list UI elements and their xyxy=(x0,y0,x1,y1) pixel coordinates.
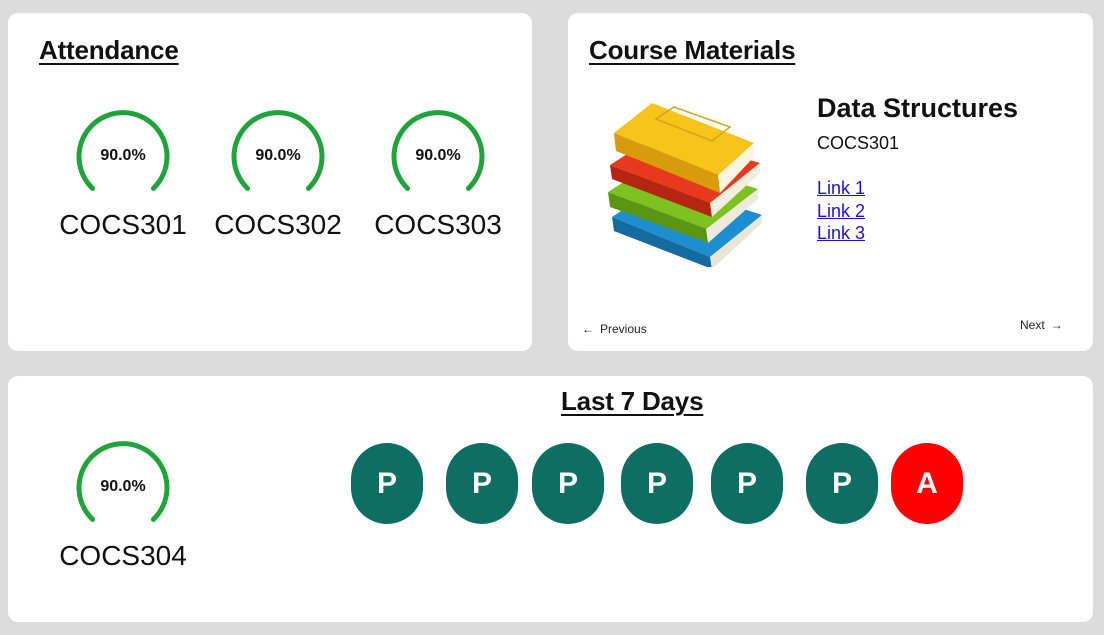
attendance-course-code: COCS301 xyxy=(59,209,187,240)
last-7-days-card: Last 7 Days 90.0% COCS304 P P P P P P A xyxy=(8,376,1093,622)
attendance-course-code: COCS302 xyxy=(214,209,342,240)
attendance-percent: 90.0% xyxy=(100,147,146,164)
attendance-gauge-cocs301[interactable]: 90.0% COCS301 xyxy=(58,105,188,245)
day-status-badge: P xyxy=(806,443,878,524)
attendance-title: Attendance xyxy=(39,35,179,65)
arrow-right-icon: → xyxy=(1050,318,1063,332)
attendance-percent: 90.0% xyxy=(255,147,301,164)
day-status-badge: P xyxy=(711,443,783,524)
attendance-card: Attendance 90.0% COCS301 90.0% COCS302 9… xyxy=(8,13,532,351)
course-link-1[interactable]: Link 1 xyxy=(817,177,865,200)
day-status-badge: P xyxy=(446,443,518,524)
day-status-badge: P xyxy=(351,443,423,524)
attendance-percent: 90.0% xyxy=(100,478,146,495)
attendance-percent: 90.0% xyxy=(415,147,461,164)
attendance-course-code: COCS303 xyxy=(374,209,502,240)
day-status-badge: A xyxy=(891,443,963,524)
course-name: Data Structures xyxy=(817,93,1019,123)
attendance-gauge-cocs303[interactable]: 90.0% COCS303 xyxy=(373,105,503,245)
next-button[interactable]: Next → xyxy=(1020,318,1063,332)
last-7-days-title: Last 7 Days xyxy=(561,386,704,416)
course-link-2[interactable]: Link 2 xyxy=(817,200,865,223)
course-materials-title: Course Materials xyxy=(589,35,796,65)
attendance-gauge-cocs302[interactable]: 90.0% COCS302 xyxy=(213,105,343,245)
attendance-course-code: COCS304 xyxy=(59,540,187,571)
day-status-badge: P xyxy=(621,443,693,524)
stack-of-books-icon xyxy=(608,103,762,267)
previous-button[interactable]: ← Previous xyxy=(582,322,647,336)
course-links: Link 1 Link 2 Link 3 xyxy=(817,177,865,245)
arrow-left-icon: ← xyxy=(582,322,594,336)
next-label: Next xyxy=(1020,318,1045,332)
attendance-gauge-cocs304[interactable]: 90.0% COCS304 xyxy=(58,436,188,576)
day-status-badge: P xyxy=(532,443,604,524)
course-materials-card: Course Materials Data Structures COCS301… xyxy=(568,13,1093,351)
previous-label: Previous xyxy=(600,322,647,336)
course-link-3[interactable]: Link 3 xyxy=(817,222,865,245)
course-code: COCS301 xyxy=(817,133,900,153)
